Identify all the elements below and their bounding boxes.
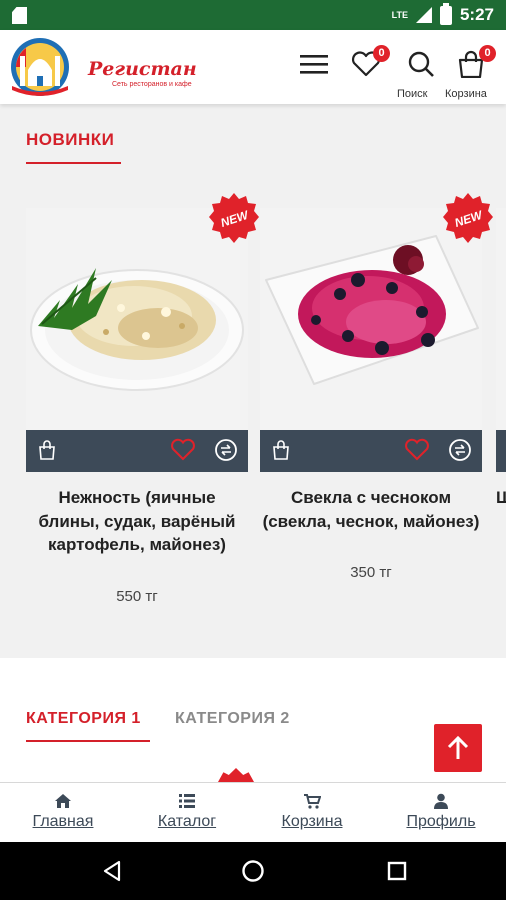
sd-card-icon bbox=[12, 7, 27, 24]
home-circle-icon[interactable] bbox=[241, 859, 265, 883]
product-price: 550 тг bbox=[116, 588, 158, 605]
new-badge-icon: NEW bbox=[443, 193, 493, 243]
cart-icon bbox=[304, 794, 321, 809]
wishlist-count-badge: 0 bbox=[373, 45, 390, 62]
cart-count-badge: 0 bbox=[479, 45, 496, 62]
recents-icon[interactable] bbox=[385, 859, 409, 883]
battery-icon bbox=[439, 2, 452, 25]
product-name[interactable]: Свекла с чесноком (свекла, чеснок, майон… bbox=[260, 486, 482, 533]
next-product-name-peek: Ш bbox=[496, 488, 506, 507]
wishlist-heart-icon[interactable] bbox=[404, 438, 430, 462]
menu-icon[interactable] bbox=[298, 50, 330, 78]
section-title-underline bbox=[26, 162, 121, 164]
logo-icon[interactable] bbox=[6, 36, 74, 98]
add-to-cart-icon[interactable] bbox=[272, 440, 290, 460]
product-action-bar bbox=[26, 430, 248, 472]
nav-catalog-label: Каталог bbox=[157, 813, 217, 830]
nav-profile[interactable]: Профиль bbox=[391, 793, 491, 831]
tab-category-1[interactable]: КАТЕГОРИЯ 1 bbox=[26, 710, 141, 728]
add-to-cart-icon[interactable] bbox=[38, 440, 56, 460]
categories-section: КАТЕГОРИЯ 1 КАТЕГОРИЯ 2 bbox=[0, 658, 506, 782]
system-navigation-bar bbox=[0, 842, 506, 900]
active-tab-underline bbox=[26, 740, 150, 742]
clock: 5:27 bbox=[459, 5, 494, 24]
nav-catalog[interactable]: Каталог bbox=[137, 793, 237, 831]
nav-cart[interactable]: Корзина bbox=[262, 793, 362, 831]
tab-category-2[interactable]: КАТЕГОРИЯ 2 bbox=[175, 710, 290, 728]
nav-cart-label: Корзина bbox=[281, 813, 343, 830]
next-product-card-peek[interactable]: Ш bbox=[496, 208, 506, 507]
home-icon bbox=[55, 794, 71, 808]
cart-label[interactable]: Корзина bbox=[445, 88, 487, 100]
compare-icon[interactable] bbox=[448, 438, 472, 462]
user-icon bbox=[434, 793, 448, 809]
logo-subtitle: Сеть ресторанов и кафе bbox=[112, 81, 192, 88]
search-label[interactable]: Поиск bbox=[397, 88, 427, 100]
scroll-to-top-button[interactable] bbox=[434, 724, 482, 772]
product-action-bar bbox=[260, 430, 482, 472]
logo-title: Регистан bbox=[88, 58, 197, 80]
back-icon[interactable] bbox=[100, 859, 124, 883]
section-title: НОВИНКИ bbox=[26, 130, 115, 149]
compare-icon[interactable] bbox=[214, 438, 238, 462]
new-products-section: НОВИНКИ Нежность (яичные блины, судак, в… bbox=[0, 104, 506, 658]
product-name[interactable]: Нежность (яичные блины, судак, варёный к… bbox=[26, 486, 248, 557]
status-bar: LTE 5:27 bbox=[0, 0, 506, 30]
search-icon[interactable] bbox=[405, 50, 437, 78]
nav-profile-label: Профиль bbox=[406, 813, 476, 830]
arrow-up-icon bbox=[447, 735, 469, 759]
app-header: Регистан Сеть ресторанов и кафе 0 Поиск … bbox=[0, 30, 506, 104]
wishlist-heart-icon[interactable] bbox=[170, 438, 196, 462]
nav-home-label: Главная bbox=[32, 813, 94, 830]
bottom-navigation: Главная Каталог Корзина Профиль bbox=[0, 782, 506, 842]
nav-home[interactable]: Главная bbox=[13, 793, 113, 831]
new-badge-peek bbox=[218, 768, 254, 782]
product-price: 350 тг bbox=[350, 564, 392, 581]
signal-icon bbox=[415, 7, 432, 23]
list-icon bbox=[179, 794, 195, 808]
new-badge-icon: NEW bbox=[209, 193, 259, 243]
network-type: LTE bbox=[391, 10, 408, 20]
